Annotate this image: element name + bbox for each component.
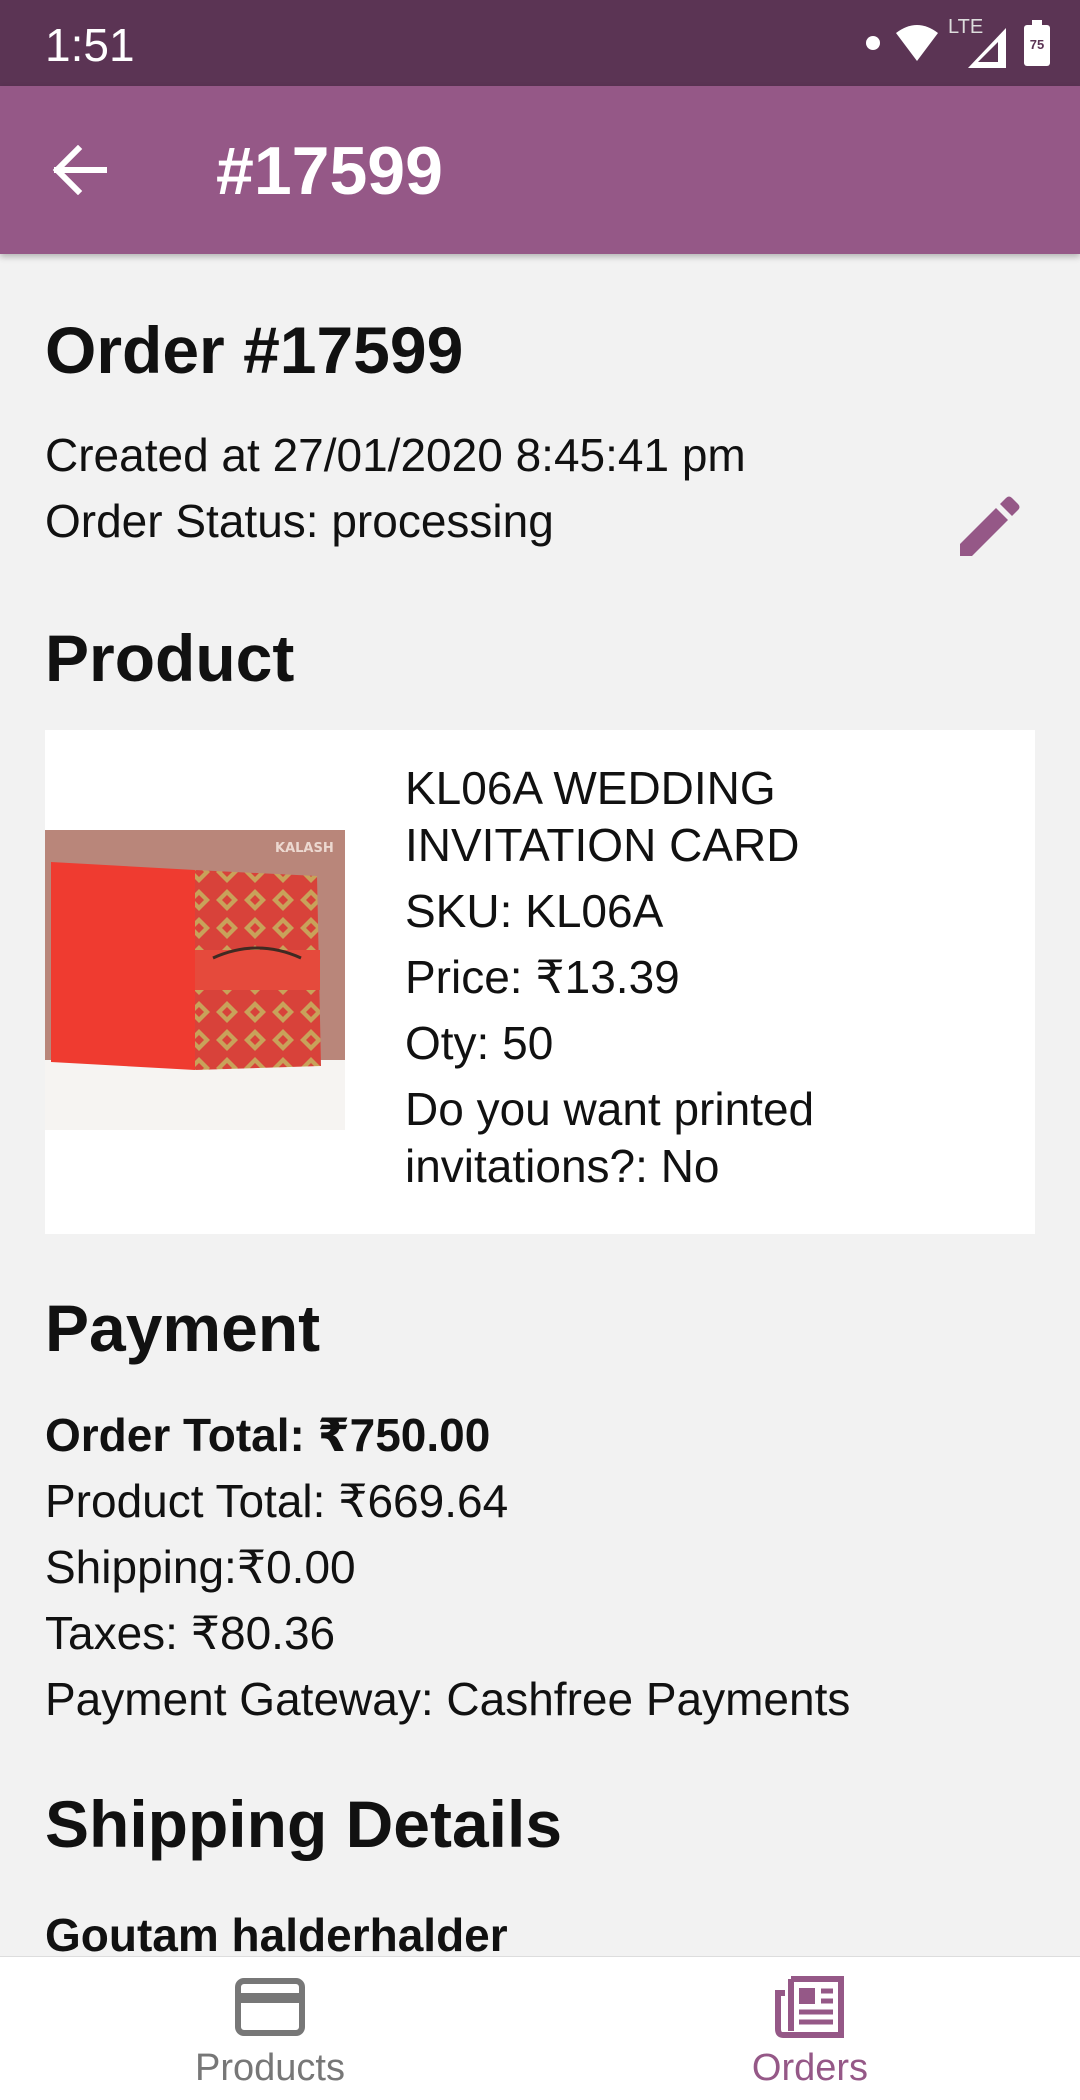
nav-orders-label: Orders <box>751 2047 869 2089</box>
status-bar: 1:51 LTE 75 <box>0 0 1080 86</box>
product-qty: Oty: 50 <box>405 1017 554 1069</box>
battery-level: 75 <box>1029 37 1045 52</box>
product-heading: Product <box>45 621 295 695</box>
order-status: Order Status: processing <box>45 495 554 547</box>
order-heading: Order #17599 <box>45 313 464 387</box>
signal-group: LTE <box>948 16 1010 68</box>
product-card[interactable]: KALASH KL06A WEDDING INVITATION CARD SKU… <box>45 730 1035 1234</box>
newspaper-icon <box>775 1976 844 2038</box>
nav-products[interactable]: Products <box>0 1957 540 2100</box>
product-total: Product Total: ₹669.64 <box>45 1475 509 1527</box>
order-detail-content[interactable]: Order #17599 Created at 27/01/2020 8:45:… <box>0 254 1080 1956</box>
product-info: KL06A WEDDING INVITATION CARD SKU: KL06A… <box>405 760 1005 1204</box>
wifi-icon <box>896 25 938 61</box>
nav-orders[interactable]: Orders <box>540 1957 1080 2100</box>
status-time: 1:51 <box>45 19 135 71</box>
shipping-cost: Shipping:₹0.00 <box>45 1541 356 1593</box>
credit-card-icon <box>235 1978 305 2036</box>
shipping-details-heading: Shipping Details <box>45 1787 563 1861</box>
image-brand-text: KALASH <box>275 841 334 856</box>
order-total: Order Total: ₹750.00 <box>45 1409 491 1461</box>
product-option: Do you want printed invitations?: No <box>405 1083 815 1192</box>
battery-icon: 75 <box>1024 20 1050 66</box>
product-image: KALASH <box>45 830 345 1130</box>
nav-products-label: Products <box>195 2047 345 2089</box>
app-bar: #17599 <box>0 86 1080 254</box>
app-bar-title: #17599 <box>216 133 443 209</box>
pencil-icon <box>960 496 1020 556</box>
arrow-left-icon <box>52 145 107 195</box>
status-icons: LTE 75 <box>866 16 1050 70</box>
order-created-at: Created at 27/01/2020 8:45:41 pm <box>45 429 746 481</box>
product-price: Price: ₹13.39 <box>405 951 680 1003</box>
product-name: KL06A WEDDING INVITATION CARD <box>405 762 800 871</box>
payment-gateway: Payment Gateway: Cashfree Payments <box>45 1673 851 1725</box>
bottom-navigation: Products Orders <box>0 1956 1080 2100</box>
back-button[interactable] <box>40 130 120 210</box>
payment-heading: Payment <box>45 1291 321 1365</box>
notification-dot-icon <box>866 36 880 50</box>
edit-status-button[interactable] <box>950 494 1022 566</box>
taxes: Taxes: ₹80.36 <box>45 1607 336 1659</box>
shipping-name: Goutam halderhalder <box>45 1909 508 1956</box>
product-sku: SKU: KL06A <box>405 885 664 937</box>
signal-icon <box>968 28 1006 68</box>
